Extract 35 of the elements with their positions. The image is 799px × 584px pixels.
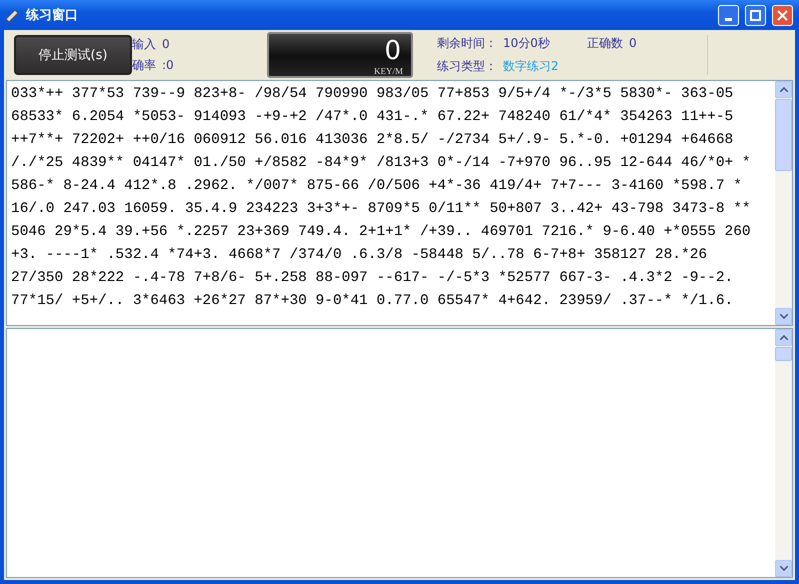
stat-value: 0	[162, 37, 170, 51]
stat-value: 0	[629, 36, 637, 50]
pencil-icon	[4, 7, 20, 23]
window-title: 练习窗口	[26, 6, 79, 24]
practice-text-line: 77*15/ +5+/.. 3*6463 +26*27 87*+30 9-0*41 0.77.0 65547* 4+642. 23959/ .37--* */1.6.	[11, 292, 734, 311]
stat-label: 输入	[132, 37, 156, 51]
minimize-button[interactable]	[718, 4, 739, 26]
practice-text-line: 033*++ 377*53 739--9 823+8- /98/54 790990 983/05 77+853 9/5+/4 *-/3*5 5830*- 363-05	[11, 85, 734, 104]
practice-text-line: 68533* 6.2054 *5053- 914093 -+9-+2 /47*.0 431-.* 67.22+ 748240 61/*4* 354263 11++-5	[11, 108, 734, 127]
stat-label: 确率	[132, 58, 156, 72]
close-icon	[777, 10, 788, 20]
minimize-icon	[725, 18, 732, 20]
stat-value: :0	[162, 58, 174, 72]
practice-text-line: 5046 29*5.4 39.+56 *.2257 23+369 749.4. 2+1+1* /+39.. 469701 7216.* 9-6.40 +*0555 260	[11, 223, 752, 242]
maximize-icon	[750, 10, 761, 20]
speed-value: 0	[384, 36, 401, 66]
stat-value: 数字练习2	[503, 59, 559, 73]
scroll-down-button[interactable]	[775, 308, 792, 325]
practice-text-line: 27/350 28*222 -.4-78 7+8/6- 5+.258 88-097 --617- -/-5*3 *52577 667-3- .4.3*2 -9--2.	[11, 269, 734, 288]
scroll-thumb[interactable]	[775, 99, 792, 171]
maximize-button[interactable]	[745, 4, 766, 26]
stat-value: 10分0秒	[503, 36, 550, 50]
stop-test-button[interactable]: 停止测试(s)	[14, 35, 132, 75]
practice-text-line: ++7**+ 72202+ ++0/16 060912 56.016 413036 2*8.5/ -/2734 5+/.9- 5.*-0. +01294 +64668	[11, 131, 734, 150]
scroll-up-button[interactable]	[775, 81, 792, 98]
close-button[interactable]	[772, 4, 793, 26]
stat-label: 练习类型：	[437, 59, 497, 73]
speed-unit: KEY/M	[374, 66, 403, 76]
practice-text-line: 586-* 8-24.4 412*.8 .2962. */007* 875-66 /0/506 +4*-36 419/4+ 7+7--- 3-4160 *598.7 *	[11, 177, 743, 196]
stat-label: 剩余时间：	[437, 36, 497, 50]
practice-text-line: /./*25 4839** 04147* 01./50 +/8582 -84*9* /813+3 0*-/14 -7+970 96..95 12-644 46/*0+ *	[11, 154, 752, 173]
stat-label: 正确数	[587, 36, 623, 50]
scrollbar[interactable]	[775, 81, 792, 325]
practice-text-line: +3. ----1* .532.4 *74+3. 4668*7 /374/0 .6.3/8 -58448 5/..78 6-7+8+ 358127 28.*26	[11, 246, 708, 265]
practice-text-line: 16/.0 247.03 16059. 35.4.9 234223 3+3*+- 8709*5 0/11** 50+807 3..42+ 43-798 3473-8 **	[11, 200, 752, 219]
